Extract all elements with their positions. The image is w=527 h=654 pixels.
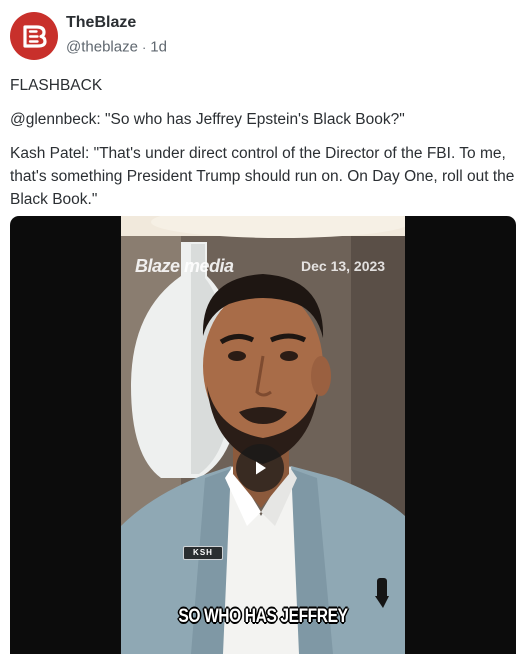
- post-card[interactable]: TheBlaze @theblaze · 1d FLASHBACK @glennbe…: [0, 0, 527, 654]
- post-body: FLASHBACK @glennbeck: "So who has Jeffre…: [10, 74, 515, 211]
- blaze-logo-icon: [23, 25, 47, 48]
- author-handle[interactable]: @theblaze: [66, 39, 138, 56]
- post-text-line: @glennbeck: "So who has Jeffrey Epstein'…: [10, 111, 405, 128]
- video-player[interactable]: Blaze media Dec 13, 2023 KSH SO WHO HAS …: [10, 216, 516, 654]
- lapel-pin: KSH: [183, 546, 223, 560]
- separator-dot: ·: [141, 39, 147, 55]
- play-button[interactable]: [236, 444, 284, 492]
- play-icon: [256, 461, 266, 475]
- post-text-line: Kash Patel: "That's under direct control…: [10, 145, 515, 208]
- video-watermark: Blaze media: [135, 256, 234, 276]
- author-meta: @theblaze · 1d: [66, 38, 167, 56]
- post-time[interactable]: 1d: [150, 39, 167, 56]
- post-text-line: FLASHBACK: [10, 77, 103, 94]
- video-caption: SO WHO HAS JEFFREY: [178, 606, 348, 627]
- post-header: TheBlaze @theblaze · 1d: [10, 10, 510, 62]
- video-scene-image: [121, 216, 405, 654]
- video-date: Dec 13, 2023: [301, 258, 386, 274]
- avatar[interactable]: [10, 12, 58, 60]
- author-name[interactable]: TheBlaze: [66, 14, 136, 32]
- video-frame: Blaze media Dec 13, 2023 KSH SO WHO HAS …: [121, 216, 405, 654]
